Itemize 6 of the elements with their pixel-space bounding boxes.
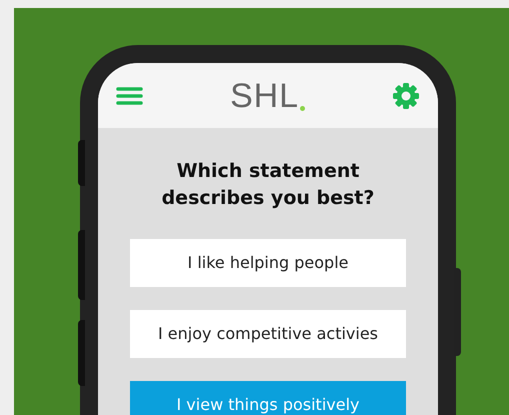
question-heading: Which statement describes you best?: [160, 159, 376, 211]
menu-icon[interactable]: [116, 86, 143, 106]
settings-icon[interactable]: [392, 82, 420, 110]
answer-option[interactable]: I enjoy competitive activies: [130, 310, 406, 358]
logo: SHL: [230, 78, 299, 112]
answer-option[interactable]: I like helping people: [130, 239, 406, 287]
